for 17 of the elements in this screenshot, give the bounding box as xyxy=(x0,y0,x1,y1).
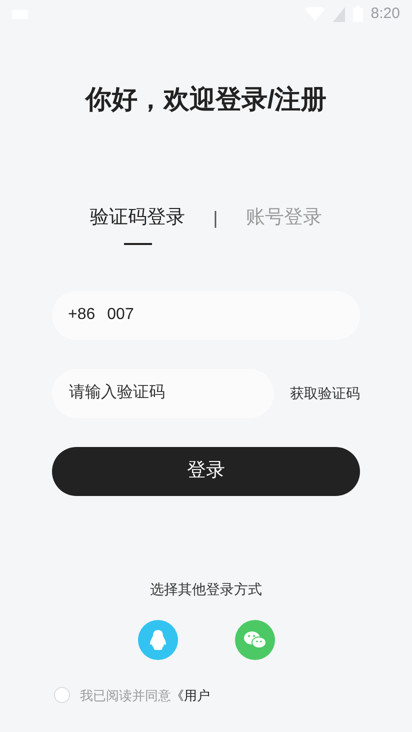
page-title: 你好，欢迎登录/注册 xyxy=(85,83,327,116)
signal-icon xyxy=(332,6,345,22)
login-button[interactable]: 登录 xyxy=(52,446,360,496)
login-tab[interactable]: 验证码登录 xyxy=(90,204,186,244)
user-agreement-link[interactable]: 《用户 xyxy=(171,688,210,702)
qq-login-button[interactable] xyxy=(138,620,178,660)
wechat-login-button[interactable] xyxy=(234,620,274,660)
penguin-icon xyxy=(148,628,166,650)
tab-separator: | xyxy=(213,206,218,230)
agree-checkbox[interactable] xyxy=(54,687,70,704)
phone-field[interactable]: +86 007 xyxy=(52,290,360,340)
chat-bubbles-icon xyxy=(242,630,266,650)
agreement-text: 我已阅读并同意《用户 xyxy=(80,686,210,704)
get-code-link[interactable]: 获取验证码 xyxy=(290,382,360,404)
status-time: 8:20 xyxy=(370,4,400,24)
other-methods-label: 选择其他登录方式 xyxy=(150,580,262,598)
code-input-field[interactable]: 请输入验证码 xyxy=(52,368,274,418)
